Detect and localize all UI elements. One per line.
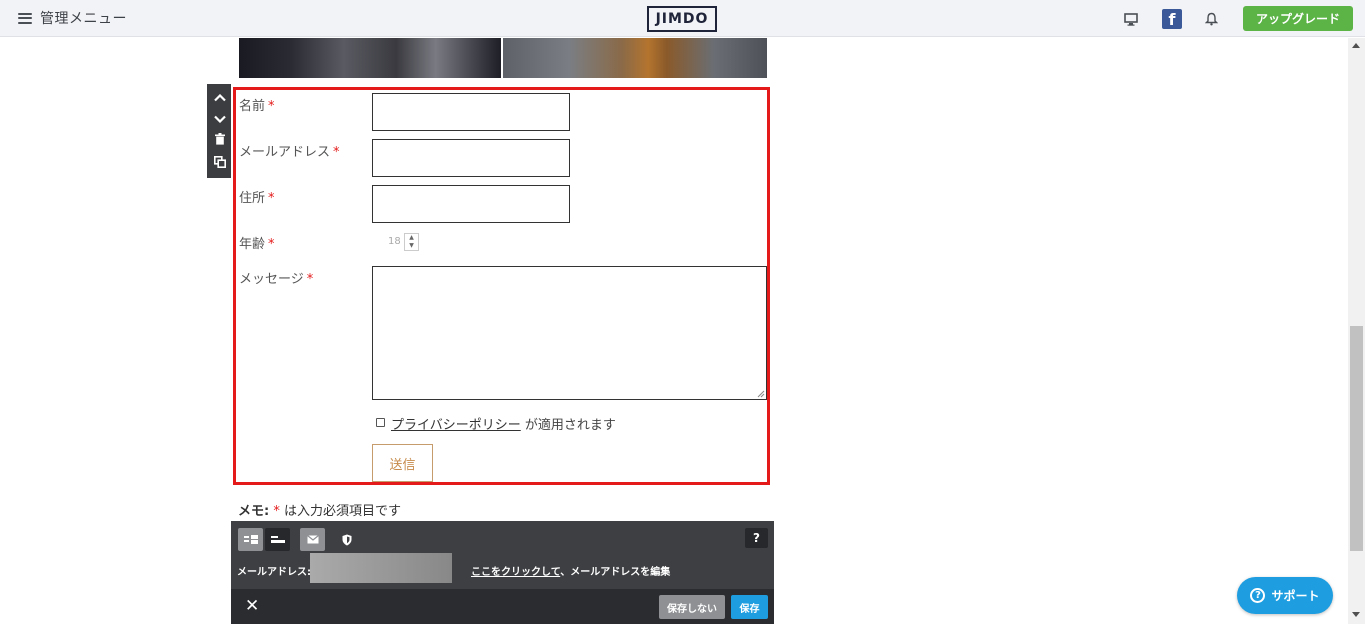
required-note: メモ: * は入力必須項目です [238, 504, 401, 519]
scroll-thumb[interactable] [1350, 326, 1363, 551]
element-side-toolbar [207, 84, 232, 178]
email-input[interactable] [372, 139, 570, 177]
layout-label-left-icon[interactable] [238, 528, 263, 551]
email-label: メールアドレス: [237, 567, 311, 578]
edit-email-link[interactable]: ここをクリックして、メールアドレスを編集 [471, 563, 670, 578]
stepper-up-icon[interactable]: ▲ [405, 234, 418, 242]
save-button[interactable]: 保存 [731, 595, 768, 619]
help-icon[interactable]: ? [745, 528, 768, 548]
privacy-checkbox[interactable] [376, 418, 385, 427]
privacy-policy-link[interactable]: プライバシーポリシー [391, 418, 521, 433]
gallery-photo-left [239, 38, 501, 78]
field-label-email: メールアドレス * [239, 145, 340, 160]
submit-button[interactable]: 送信 [372, 444, 433, 482]
field-label-name: 名前 * [239, 99, 275, 114]
field-label-address: 住所 * [239, 191, 275, 206]
upgrade-button[interactable]: アップグレード [1243, 6, 1353, 31]
age-stepper[interactable]: ▲ ▼ [404, 233, 419, 251]
admin-menu-label: 管理メニュー [40, 11, 127, 27]
shield-icon[interactable] [334, 528, 359, 551]
scroll-up-icon[interactable] [1352, 43, 1360, 48]
copy-icon[interactable] [213, 155, 226, 170]
desktop-icon[interactable] [1121, 9, 1141, 29]
email-value-redacted [310, 553, 452, 583]
page-scrollbar[interactable] [1348, 38, 1365, 624]
name-input[interactable] [372, 93, 570, 131]
support-button[interactable]: ? サポート [1237, 577, 1333, 614]
field-label-message: メッセージ * [239, 272, 314, 287]
trash-icon[interactable] [214, 133, 225, 147]
layout-label-top-icon[interactable] [265, 528, 290, 551]
message-textarea[interactable] [372, 266, 767, 400]
resize-handle-icon[interactable] [757, 390, 765, 398]
gallery-photo-right [503, 38, 767, 78]
question-circle-icon: ? [1250, 588, 1266, 603]
privacy-text: プライバシーポリシー が適用されます [391, 418, 616, 433]
mail-icon[interactable] [300, 528, 325, 551]
jimdo-logo[interactable]: JIMDO [647, 6, 717, 32]
address-input[interactable] [372, 185, 570, 223]
support-label: サポート [1271, 589, 1320, 603]
top-bar: 管理メニュー JIMDO f アップグレード [0, 0, 1365, 37]
scroll-down-icon[interactable] [1352, 612, 1360, 617]
chevron-down-icon[interactable] [213, 113, 226, 125]
close-icon[interactable]: ✕ [245, 596, 259, 616]
field-label-age: 年齢 * [239, 237, 275, 252]
chevron-up-icon[interactable] [213, 92, 226, 104]
stepper-down-icon[interactable]: ▼ [405, 242, 418, 250]
discard-button[interactable]: 保存しない [659, 595, 725, 619]
admin-menu-button[interactable]: 管理メニュー [18, 9, 127, 27]
age-value[interactable]: 18 [388, 236, 401, 247]
facebook-icon[interactable]: f [1162, 9, 1182, 29]
hamburger-icon [18, 12, 32, 24]
bell-icon[interactable] [1201, 9, 1221, 29]
